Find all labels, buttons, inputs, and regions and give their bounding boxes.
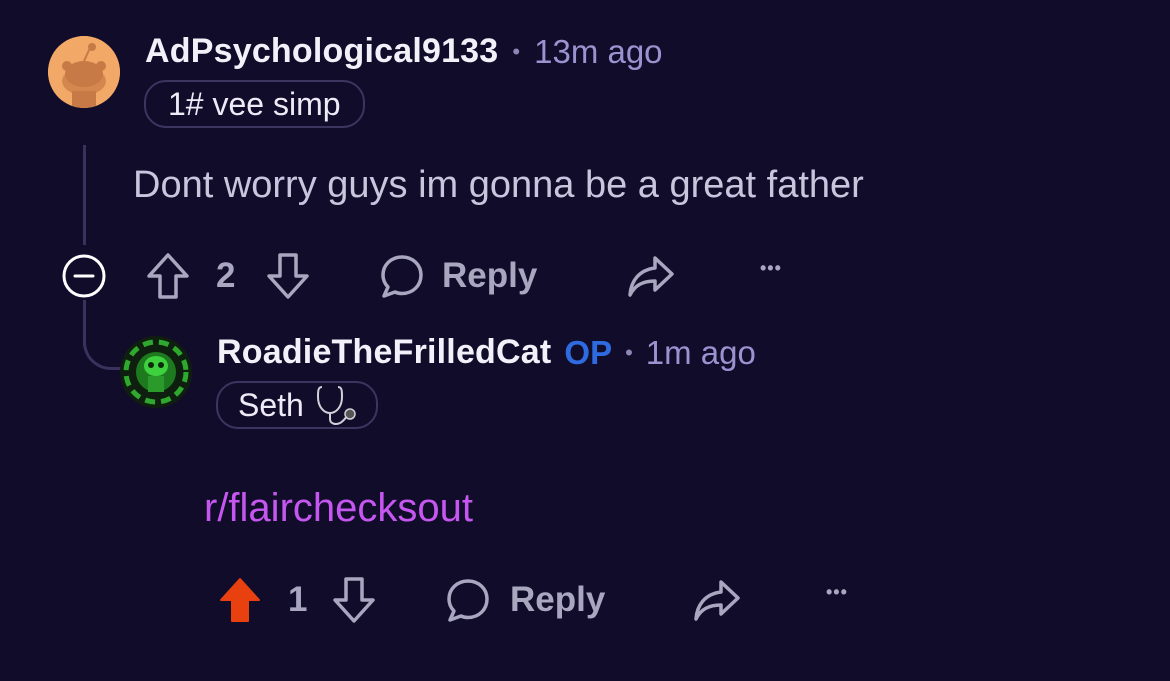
- share-arrow-icon: [628, 256, 674, 297]
- reply-button[interactable]: Reply: [444, 576, 605, 624]
- separator-dot: •: [625, 339, 633, 365]
- more-options-button[interactable]: •••: [826, 582, 848, 603]
- upvote-button[interactable]: [218, 576, 262, 624]
- flair-text: Seth: [238, 387, 304, 423]
- upvote-arrow-icon: [147, 253, 189, 299]
- upvote-arrow-icon: [220, 578, 260, 622]
- flair-text: 1# vee simp: [168, 86, 341, 122]
- user-flair: Seth: [216, 381, 378, 429]
- share-arrow-icon: [694, 580, 740, 621]
- reply-button[interactable]: Reply: [378, 252, 537, 300]
- vote-count: 1: [288, 580, 308, 619]
- downvote-button[interactable]: [266, 252, 310, 300]
- avatar[interactable]: [120, 336, 192, 408]
- comment-bubble-icon: [381, 255, 423, 298]
- vote-count: 2: [216, 256, 236, 295]
- collapse-minus-icon: [62, 254, 106, 298]
- op-badge: OP: [564, 333, 613, 371]
- reply-label: Reply: [510, 580, 606, 619]
- downvote-arrow-icon: [333, 577, 375, 623]
- separator-dot: •: [512, 38, 521, 64]
- collapse-thread-button[interactable]: [61, 253, 107, 299]
- subreddit-link[interactable]: r/flairchecksout: [204, 486, 473, 531]
- avatar[interactable]: [48, 36, 120, 108]
- timestamp: 13m ago: [534, 32, 663, 70]
- downvote-button[interactable]: [332, 576, 376, 624]
- share-button[interactable]: [626, 252, 676, 300]
- frilled-cat-avatar-icon: [120, 336, 192, 408]
- comment-bubble-icon: [447, 579, 489, 622]
- comment-header: AdPsychological9133 • 13m ago: [145, 32, 663, 71]
- snoo-avatar-icon: [48, 36, 120, 108]
- comment-header: RoadieTheFrilledCat OP • 1m ago: [217, 333, 756, 372]
- comment-body: Dont worry guys im gonna be a great fath…: [133, 164, 864, 206]
- more-options-button[interactable]: •••: [760, 258, 782, 279]
- username[interactable]: RoadieTheFrilledCat: [217, 333, 551, 372]
- share-button[interactable]: [692, 576, 742, 624]
- thread-line-top: [83, 145, 86, 245]
- downvote-arrow-icon: [267, 253, 309, 299]
- thread-branch-curve: [83, 330, 123, 370]
- timestamp: 1m ago: [645, 333, 756, 371]
- user-flair: 1# vee simp: [144, 80, 365, 128]
- reply-label: Reply: [442, 256, 538, 295]
- stethoscope-icon: [316, 386, 356, 425]
- username[interactable]: AdPsychological9133: [145, 32, 498, 71]
- upvote-button[interactable]: [146, 252, 190, 300]
